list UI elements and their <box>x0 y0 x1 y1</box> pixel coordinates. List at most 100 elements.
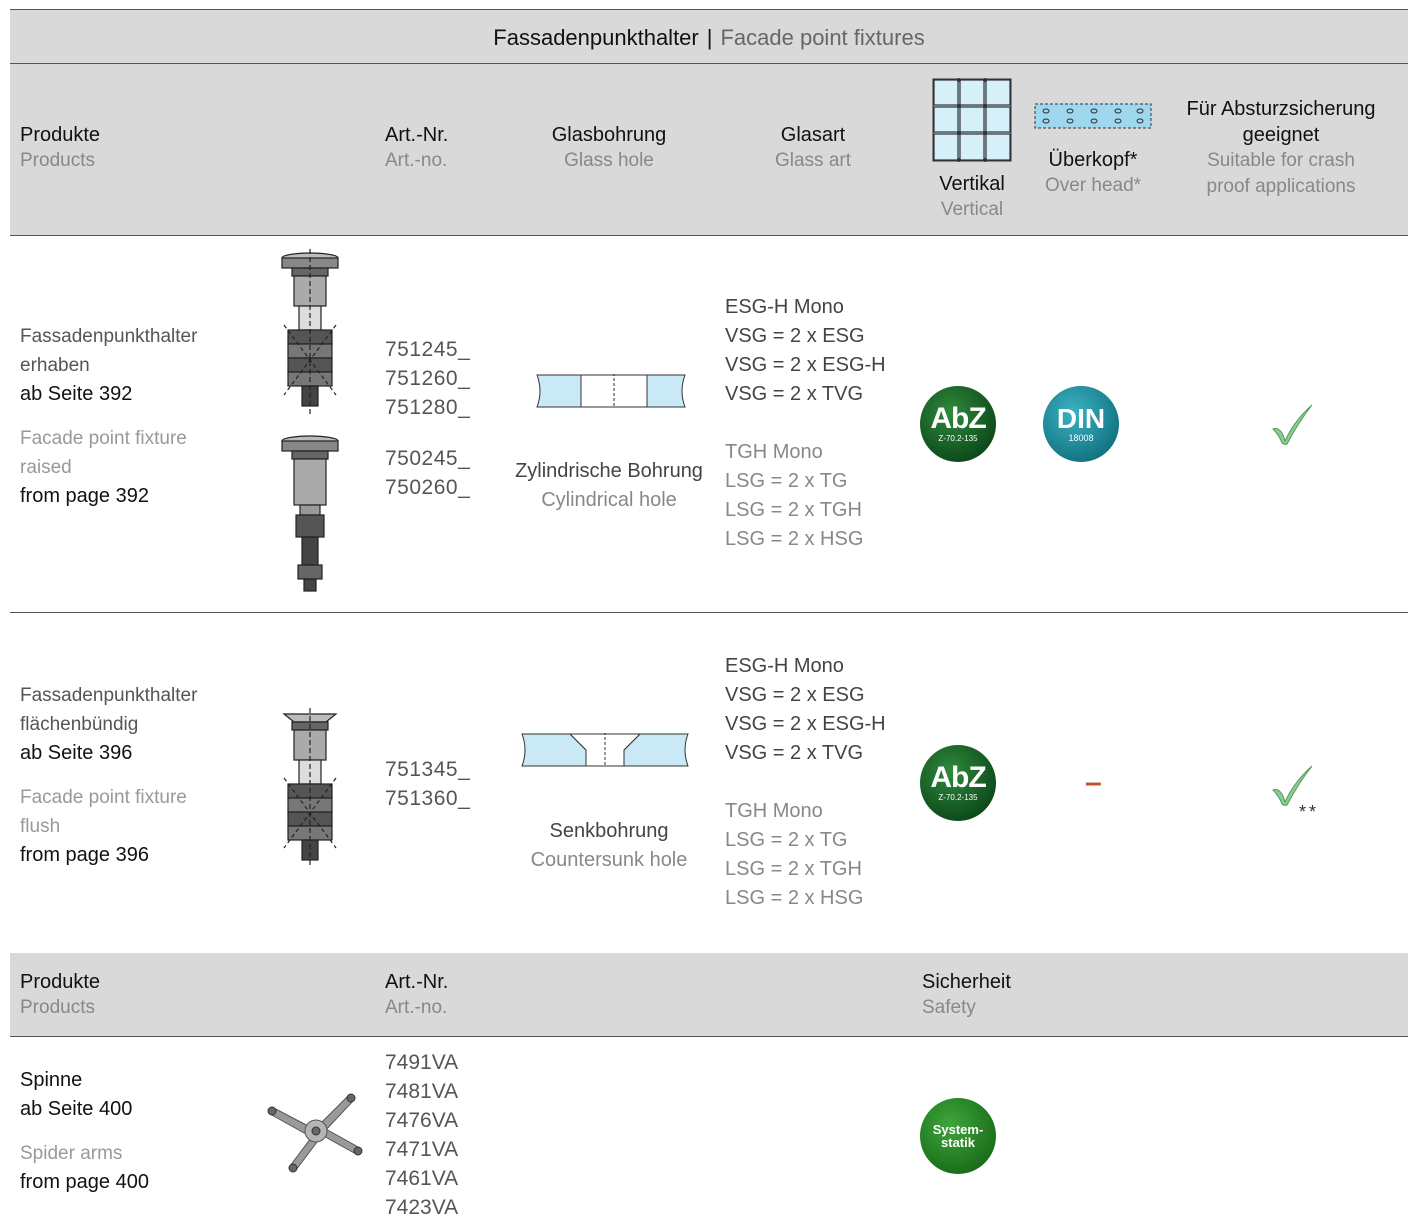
spider-name-en: Spider arms <box>20 1143 123 1164</box>
row2-artnr: 751345_ 751360_ <box>385 755 470 813</box>
col-artnr-de: Art.-Nr. <box>385 124 449 146</box>
row1-glass-en: LSG = 2 x TGH <box>725 499 862 521</box>
overhead-glass-icon <box>1034 103 1152 129</box>
row1-artnr: 751245_ 751260_ 751280_ 750245_ 750260_ <box>385 335 470 502</box>
col-glasshole-de: Glasbohrung <box>551 124 667 146</box>
row2-name-de-2: flächenbündig <box>20 714 139 735</box>
col-crash-en-2: proof applications <box>1206 176 1356 197</box>
row2-name-en-1: Facade point fixture <box>20 787 187 808</box>
section2-header-band <box>10 953 1408 1036</box>
spider-artnr-item: 7423VA <box>385 1196 459 1219</box>
col-vertical-de: Vertikal <box>939 173 1005 195</box>
spider-artnr-item: 7471VA <box>385 1138 459 1161</box>
row2-name-en-2: flush <box>20 816 61 837</box>
row2-glass-en: LSG = 2 x TG <box>725 829 848 851</box>
section2-products: Produkte Products <box>20 969 100 1021</box>
row2-glass-de: VSG = 2 x ESG <box>725 684 865 706</box>
title-separator: | <box>706 25 713 50</box>
col-glassart: Glasart Glass art <box>733 122 893 174</box>
divider <box>10 612 1408 613</box>
row2-hole-de: Senkbohrung <box>549 820 669 842</box>
row2-page-link-de[interactable]: ab Seite 396 <box>20 739 197 768</box>
abz-badge-main: AbZ <box>930 761 986 794</box>
row1-hole-en: Cylindrical hole <box>541 489 677 511</box>
row2-product: Fassadenpunkthalter flächenbündig ab Sei… <box>20 681 197 870</box>
col-vertical-en: Vertical <box>940 199 1004 220</box>
col-crash: Für Absturzsicherung geeignet Suitable f… <box>1166 96 1396 200</box>
spider-page-link-de[interactable]: ab Seite 400 <box>20 1095 149 1124</box>
section2-artnr: Art.-Nr. Art.-no. <box>385 969 448 1021</box>
col-products-en: Products <box>20 150 95 171</box>
spider-product: Spinne ab Seite 400 Spider arms from pag… <box>20 1066 149 1197</box>
row2-glassart: ESG-H Mono VSG = 2 x ESG VSG = 2 x ESG-H… <box>725 652 886 913</box>
page-title: Fassadenpunkthalter | Facade point fixture… <box>10 14 1408 62</box>
row1-glass-en: LSG = 2 x TG <box>725 470 848 492</box>
col-glasshole: Glasbohrung Glass hole <box>509 122 709 174</box>
row1-product: Fassadenpunkthalter erhaben ab Seite 392… <box>20 322 197 511</box>
col-crash-en-1: Suitable for crash <box>1207 150 1355 171</box>
spider-artnr-item: 7481VA <box>385 1080 459 1103</box>
col-glassart-de: Glasart <box>780 124 846 146</box>
abz-badge-sub: Z-70.2-135 <box>938 434 978 443</box>
row1-glass-de: VSG = 2 x TVG <box>725 383 864 405</box>
row2-hole-en: Countersunk hole <box>530 849 688 871</box>
col-products-de: Produkte <box>20 124 101 146</box>
col-artnr-en: Art.-no. <box>385 150 448 171</box>
spider-page-link-en[interactable]: from page 400 <box>20 1168 149 1197</box>
row1-artnr-item: 751260_ <box>385 367 471 390</box>
din-badge-sub: 18008 <box>1068 433 1094 443</box>
row2-page-link-en[interactable]: from page 396 <box>20 841 197 870</box>
abz-badge-main: AbZ <box>930 402 986 435</box>
footnote-stars: ** <box>1299 802 1320 822</box>
col-crash-de-2: geeignet <box>1242 124 1320 146</box>
section2-safety-en: Safety <box>922 997 976 1018</box>
abz-badge-sub: Z-70.2-135 <box>938 793 978 802</box>
row1-name-en-2: raised <box>20 457 72 478</box>
section2-artnr-de: Art.-Nr. <box>385 971 449 993</box>
row1-artnr-item: 750245_ <box>385 447 471 470</box>
divider <box>10 1036 1408 1037</box>
row1-name-en-1: Facade point fixture <box>20 428 187 449</box>
row2-hole: Senkbohrung Countersunk hole <box>509 817 709 875</box>
col-overhead-en: Over head* <box>1044 175 1142 196</box>
row2-artnr-item: 751345_ <box>385 758 471 781</box>
flush-fixture-image <box>282 708 338 866</box>
row2-glass-en: LSG = 2 x HSG <box>725 887 864 909</box>
row2-name-de-1: Fassadenpunkthalter <box>20 685 198 706</box>
not-applicable-dash: – <box>1085 766 1102 799</box>
title-en: Facade point fixtures <box>720 25 925 50</box>
vertical-facade-icon <box>932 78 1012 162</box>
row1-artnr-item: 751245_ <box>385 338 471 361</box>
section2-products-de: Produkte <box>20 971 101 993</box>
spider-artnr-item: 7491VA <box>385 1051 459 1074</box>
col-overhead: Überkopf* Over head* <box>1030 147 1156 199</box>
col-products: Produkte Products <box>20 122 100 174</box>
section2-safety-de: Sicherheit <box>922 971 1011 993</box>
section2-products-en: Products <box>20 997 95 1018</box>
row2-artnr-item: 751360_ <box>385 787 471 810</box>
row2-glass-de: VSG = 2 x TVG <box>725 742 864 764</box>
row2-glass-de: VSG = 2 x ESG-H <box>725 713 886 735</box>
row1-name-de-2: erhaben <box>20 355 90 376</box>
row1-page-link-de[interactable]: ab Seite 392 <box>20 380 197 409</box>
section2-artnr-en: Art.-no. <box>385 997 448 1018</box>
din-badge-main: DIN <box>1056 403 1106 434</box>
row1-page-link-en[interactable]: from page 392 <box>20 482 197 511</box>
col-artnr: Art.-Nr. Art.-no. <box>385 122 448 174</box>
row1-glassart: ESG-H Mono VSG = 2 x ESG VSG = 2 x ESG-H… <box>725 293 886 554</box>
col-crash-de-1: Für Absturzsicherung <box>1186 98 1376 120</box>
row1-hole: Zylindrische Bohrung Cylindrical hole <box>509 457 709 515</box>
title-de: Fassadenpunkthalter <box>493 25 699 50</box>
spider-artnr-item: 7461VA <box>385 1167 459 1190</box>
col-vertical: Vertikal Vertical <box>922 171 1022 223</box>
divider <box>10 63 1408 64</box>
row1-glass-de: VSG = 2 x ESG <box>725 325 865 347</box>
checkmark-icon <box>1272 404 1313 445</box>
section2-safety: Sicherheit Safety <box>922 969 1011 1021</box>
col-glasshole-en: Glass hole <box>564 150 654 171</box>
spider-arms-image <box>267 1093 363 1173</box>
row2-glass-de: ESG-H Mono <box>725 655 844 677</box>
raised-fixture-image <box>281 249 339 592</box>
row1-name-de-1: Fassadenpunkthalter <box>20 326 198 347</box>
din-badge-icon: DIN 18008 <box>1043 386 1119 462</box>
